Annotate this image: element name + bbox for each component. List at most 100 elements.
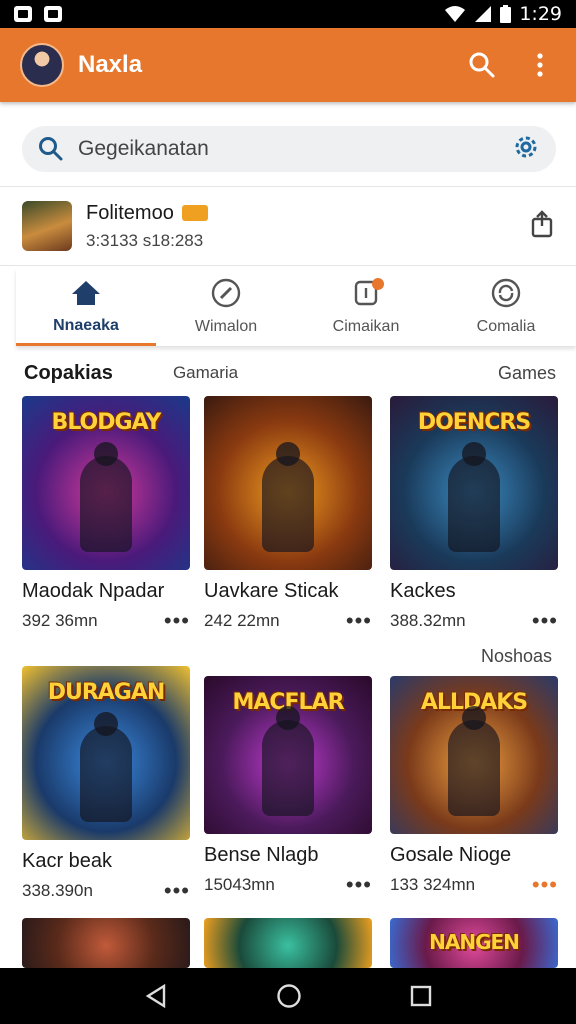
app-title: Naxla bbox=[78, 51, 143, 78]
game-logo: DURAGAN bbox=[47, 680, 166, 705]
notification-badge bbox=[372, 278, 384, 290]
game-cover-image: DOENCRS bbox=[390, 396, 558, 570]
profile-row[interactable]: Folitemoo 3:3133 s18:283 bbox=[0, 186, 576, 266]
battery-icon bbox=[500, 5, 512, 23]
tab-bar: Nnaeaka Wimalon Cimaikan Comalia bbox=[16, 268, 576, 346]
game-cover-image: DURAGAN bbox=[22, 666, 190, 840]
tab-home[interactable]: Nnaeaka bbox=[16, 268, 156, 346]
game-card[interactable] bbox=[22, 918, 190, 968]
game-card[interactable]: DURAGAN Kacr beak 338.390n ••• bbox=[22, 666, 190, 902]
search-input[interactable] bbox=[78, 137, 478, 161]
tab-label: Cimaikan bbox=[332, 318, 400, 335]
profile-subtitle: 3:3133 s18:283 bbox=[86, 230, 204, 250]
search-bar bbox=[22, 126, 556, 172]
profile-name-row: Folitemoo bbox=[86, 202, 208, 225]
row-label[interactable]: Noshoas bbox=[481, 646, 552, 667]
game-stats: 338.390n bbox=[22, 881, 93, 900]
game-stats: 392 36mn bbox=[22, 611, 98, 630]
pencil-icon bbox=[211, 278, 241, 308]
game-cover-image bbox=[204, 918, 372, 968]
avatar[interactable] bbox=[20, 43, 64, 87]
section-header: Copakias Gamaria Games bbox=[24, 360, 556, 386]
game-card[interactable]: ALLDAKS Gosale Nioge 133 324mn ••• bbox=[390, 676, 558, 896]
tab-label: Wimalon bbox=[194, 318, 258, 335]
crown-badge-icon bbox=[181, 205, 208, 221]
game-card[interactable]: DOENCRS Kackes 388.32mn ••• bbox=[390, 396, 558, 632]
game-title: Gosale Nioge bbox=[390, 844, 512, 866]
game-card[interactable]: MACFLAR Bense Nlagb 15043mn ••• bbox=[204, 676, 372, 896]
game-stats: 133 324mn bbox=[390, 875, 476, 894]
game-title: Bense Nlagb bbox=[204, 844, 319, 866]
hero-figure bbox=[262, 442, 314, 552]
game-meta-row: 242 22mn ••• bbox=[204, 610, 372, 632]
game-title: Maodak Npadar bbox=[22, 580, 165, 602]
game-meta-row: 392 36mn ••• bbox=[22, 610, 190, 632]
hero-figure bbox=[262, 706, 314, 816]
game-meta-row: 388.32mn ••• bbox=[390, 610, 558, 632]
home-icon bbox=[72, 281, 100, 305]
game-title: Kackes bbox=[390, 580, 456, 602]
share-button[interactable] bbox=[530, 209, 554, 243]
compass-icon bbox=[491, 278, 521, 308]
app-actions bbox=[466, 49, 556, 81]
game-card[interactable]: NANGEN bbox=[390, 918, 558, 968]
status-right: 1:29 bbox=[444, 3, 562, 25]
section-title: Copakias bbox=[24, 361, 113, 384]
section-see-all[interactable]: Games bbox=[498, 363, 556, 384]
game-stats: 242 22mn bbox=[204, 611, 280, 630]
tab-explore[interactable]: Comalia bbox=[436, 268, 576, 346]
wifi-icon bbox=[445, 6, 466, 22]
game-logo: DOENCRS bbox=[417, 410, 531, 435]
game-title: Kacr beak bbox=[22, 850, 113, 872]
more-options-icon[interactable]: ••• bbox=[532, 874, 558, 896]
more-options-icon[interactable]: ••• bbox=[164, 610, 190, 632]
profile-name: Folitemoo bbox=[86, 201, 174, 224]
profile-thumbnail bbox=[22, 201, 72, 251]
signal-icon bbox=[475, 6, 492, 22]
tab-edit[interactable]: Wimalon bbox=[156, 268, 296, 346]
hero-figure bbox=[80, 442, 132, 552]
more-options-icon[interactable]: ••• bbox=[346, 610, 372, 632]
game-title: Uavkare Sticak bbox=[204, 580, 339, 602]
hero-figure bbox=[448, 706, 500, 816]
more-options-icon[interactable]: ••• bbox=[164, 880, 190, 902]
gear-icon bbox=[515, 136, 537, 157]
overflow-menu-button[interactable] bbox=[524, 49, 556, 81]
profile-text: Folitemoo 3:3133 s18:283 bbox=[86, 202, 208, 251]
tab-label: Comalia bbox=[476, 318, 536, 335]
recents-icon[interactable] bbox=[410, 985, 432, 1007]
game-cover-image: ALLDAKS bbox=[390, 676, 558, 834]
game-meta-row: 133 324mn ••• bbox=[390, 874, 558, 896]
game-card[interactable]: Uavkare Sticak 242 22mn ••• bbox=[204, 396, 372, 632]
game-stats: 388.32mn bbox=[390, 611, 466, 630]
game-card[interactable]: BLODGAY Maodak Npadar 392 36mn ••• bbox=[22, 396, 190, 632]
more-options-icon[interactable]: ••• bbox=[346, 874, 372, 896]
game-meta-row: 338.390n ••• bbox=[22, 880, 190, 902]
search-icon bbox=[469, 52, 495, 78]
tab-label: Nnaeaka bbox=[53, 317, 119, 334]
app-bar: Naxla bbox=[0, 28, 576, 102]
game-cover-image: NANGEN bbox=[390, 918, 558, 968]
tab-notifications[interactable]: Cimaikan bbox=[296, 268, 436, 346]
home-circle-icon[interactable] bbox=[276, 983, 302, 1009]
notification-app-icon bbox=[44, 6, 62, 22]
game-cover-image: MACFLAR bbox=[204, 676, 372, 834]
game-card[interactable] bbox=[204, 918, 372, 968]
more-options-icon[interactable]: ••• bbox=[532, 610, 558, 632]
section-filter[interactable]: Gamaria bbox=[173, 363, 238, 383]
status-bar: 1:29 bbox=[0, 0, 576, 28]
game-stats: 15043mn bbox=[204, 875, 275, 894]
game-cover-image bbox=[22, 918, 190, 968]
game-logo: BLODGAY bbox=[51, 410, 162, 435]
search-button[interactable] bbox=[466, 49, 498, 81]
search-icon bbox=[39, 137, 63, 161]
back-icon[interactable] bbox=[144, 984, 168, 1008]
hero-figure bbox=[448, 442, 500, 552]
game-cover-image: BLODGAY bbox=[22, 396, 190, 570]
game-cover-image bbox=[204, 396, 372, 570]
more-vertical-icon bbox=[537, 53, 543, 77]
share-icon bbox=[531, 209, 553, 237]
notification-app-icon bbox=[14, 6, 32, 22]
settings-button[interactable] bbox=[512, 133, 540, 166]
hero-figure bbox=[80, 712, 132, 822]
